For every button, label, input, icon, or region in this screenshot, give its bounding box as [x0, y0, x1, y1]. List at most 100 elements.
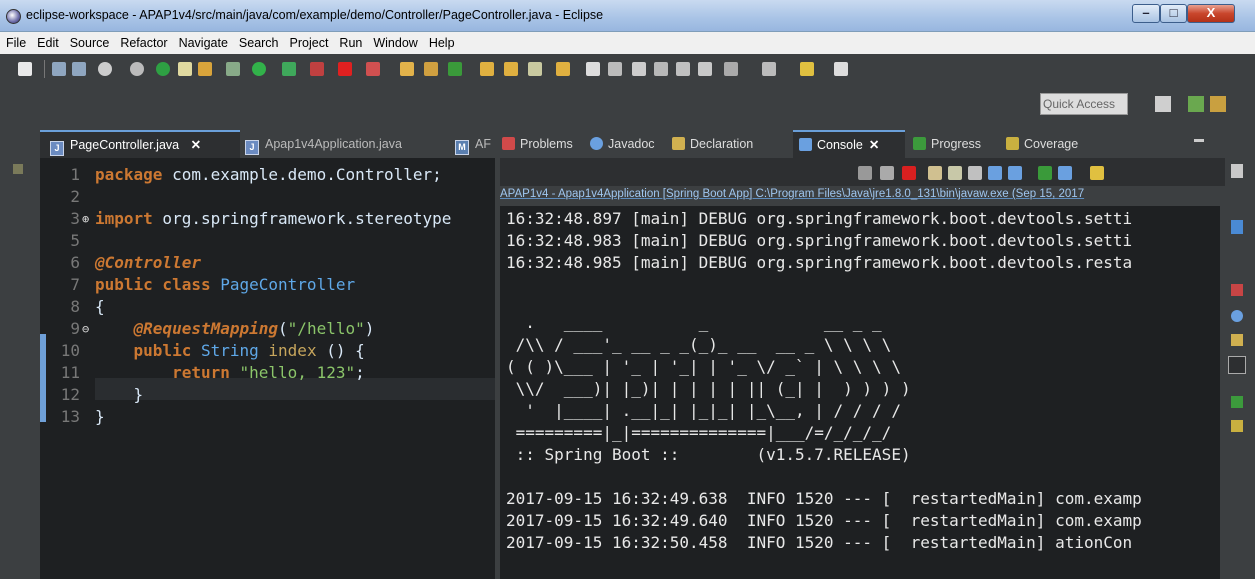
- menu-bar: File Edit Source Refactor Navigate Search Proj…: [0, 32, 1255, 55]
- new-java-project-icon[interactable]: [400, 62, 414, 76]
- console-line: . ____ _ __ _ _: [506, 313, 882, 332]
- code-line: 1 package com.example.demo.Controller;: [70, 165, 442, 184]
- save-icon[interactable]: [52, 62, 66, 76]
- coverage-run-icon[interactable]: [282, 62, 296, 76]
- code-line: 11 return "hello, 123";: [60, 363, 365, 382]
- outline-icon[interactable]: [1231, 164, 1243, 178]
- problems-side-icon[interactable]: [1231, 284, 1243, 296]
- menu-file[interactable]: File: [0, 32, 31, 50]
- open-type-icon[interactable]: [504, 62, 518, 76]
- console-line: :: Spring Boot :: (v1.5.7.RELEASE): [506, 445, 911, 464]
- tab-problems[interactable]: Problems: [502, 130, 573, 158]
- spring-perspective-icon[interactable]: [1210, 96, 1226, 112]
- restart-icon[interactable]: [198, 62, 212, 76]
- stop-icon[interactable]: [338, 62, 352, 76]
- pen-icon[interactable]: [608, 62, 622, 76]
- tab-apap1v4application[interactable]: J Apap1v4Application.java: [245, 130, 435, 158]
- settings-icon[interactable]: [98, 62, 112, 76]
- type-hierarchy-icon[interactable]: [1231, 220, 1243, 234]
- minimize-view-icon[interactable]: [1194, 139, 1204, 142]
- next-annotation-icon[interactable]: [654, 62, 668, 76]
- show-whitespace-icon[interactable]: [698, 62, 712, 76]
- close-tab-icon[interactable]: ✕: [869, 138, 879, 152]
- javadoc-side-icon[interactable]: [1231, 310, 1243, 322]
- debug-icon[interactable]: [226, 62, 240, 76]
- code-editor[interactable]: 1 package com.example.demo.Controller; 2 …: [40, 158, 495, 579]
- maximize-button[interactable]: □: [1160, 4, 1187, 23]
- java-perspective-icon[interactable]: [1188, 96, 1204, 112]
- new-package-icon[interactable]: [424, 62, 438, 76]
- forward-icon[interactable]: [834, 62, 848, 76]
- fold-icon[interactable]: ⊖: [82, 318, 89, 340]
- pin-console-icon[interactable]: [1038, 166, 1052, 180]
- word-wrap-icon[interactable]: [968, 166, 982, 180]
- spring-boot-icon[interactable]: [156, 62, 170, 76]
- terminate-all-icon[interactable]: [858, 166, 872, 180]
- annotation-icon[interactable]: [632, 62, 646, 76]
- declaration-side-icon[interactable]: [1231, 334, 1243, 346]
- block-selection-icon[interactable]: [676, 62, 690, 76]
- menu-run[interactable]: Run: [333, 32, 367, 50]
- display-console-icon[interactable]: [1058, 166, 1072, 180]
- external-tools-icon[interactable]: [310, 62, 324, 76]
- restore-icon[interactable]: [13, 164, 23, 174]
- terminate-icon[interactable]: [902, 166, 916, 180]
- run-icon[interactable]: [252, 62, 266, 76]
- scroll-lock-icon[interactable]: [948, 166, 962, 180]
- tab-progress[interactable]: Progress: [913, 130, 981, 158]
- close-tab-icon[interactable]: ✕: [191, 138, 201, 152]
- open-folder-icon[interactable]: [480, 62, 494, 76]
- console-toolbar: [500, 158, 1225, 186]
- problems-icon: [502, 137, 515, 150]
- show-on-stdout-icon[interactable]: [988, 166, 1002, 180]
- back-icon[interactable]: [800, 62, 814, 76]
- menu-edit[interactable]: Edit: [31, 32, 64, 50]
- new-icon[interactable]: [18, 62, 32, 76]
- quick-access-input[interactable]: Quick Access: [1040, 93, 1128, 115]
- show-on-stderr-icon[interactable]: [1008, 166, 1022, 180]
- search-icon[interactable]: [586, 62, 600, 76]
- menu-source[interactable]: Source: [64, 32, 115, 50]
- open-console-icon[interactable]: [1090, 166, 1104, 180]
- save-all-icon[interactable]: [72, 62, 86, 76]
- clear-console-icon[interactable]: [928, 166, 942, 180]
- menu-navigate[interactable]: Navigate: [173, 32, 233, 50]
- minimize-button[interactable]: –: [1132, 4, 1160, 23]
- relaunch-icon[interactable]: [366, 62, 380, 76]
- open-perspective-icon[interactable]: [1155, 96, 1171, 112]
- menu-refactor[interactable]: Refactor: [114, 32, 172, 50]
- remove-launches-icon[interactable]: [880, 166, 894, 180]
- menu-search[interactable]: Search: [233, 32, 284, 50]
- tab-javadoc[interactable]: Javadoc: [590, 130, 655, 158]
- tab-console[interactable]: Console ✕: [793, 130, 905, 158]
- skip-breakpoints-icon[interactable]: [130, 62, 144, 76]
- menu-window[interactable]: Window: [367, 32, 422, 50]
- pin-icon[interactable]: [724, 62, 738, 76]
- code-line: 12 }: [60, 385, 144, 404]
- terminal-icon[interactable]: [178, 62, 192, 76]
- tab-label: AF: [475, 137, 491, 151]
- tab-declaration[interactable]: Declaration: [672, 130, 753, 158]
- console-line: 2017-09-15 16:32:49.640 INFO 1520 --- [ …: [506, 511, 1142, 530]
- menu-project[interactable]: Project: [284, 32, 334, 50]
- console-line: ' |____| .__|_| |_|_| |_\__, | / / / /: [506, 401, 901, 420]
- fold-icon[interactable]: ⊕: [82, 208, 89, 230]
- close-button[interactable]: X: [1187, 4, 1235, 23]
- console-line: \\/ ___)| |_)| | | | | || (_| | ) ) ) ): [506, 379, 911, 398]
- new-class-icon[interactable]: [448, 62, 462, 76]
- last-edit-icon[interactable]: [762, 62, 776, 76]
- tab-af[interactable]: M AF: [455, 130, 500, 158]
- open-task-icon[interactable]: [556, 62, 570, 76]
- console-side-icon[interactable]: [1228, 356, 1246, 374]
- menu-help[interactable]: Help: [423, 32, 460, 50]
- coverage-side-icon[interactable]: [1231, 420, 1243, 432]
- progress-side-icon[interactable]: [1231, 396, 1243, 408]
- tab-coverage[interactable]: Coverage: [1006, 130, 1078, 158]
- title-bar: eclipse-workspace - APAP1v4/src/main/jav…: [0, 0, 1255, 32]
- console-line: 2017-09-15 16:32:50.458 INFO 1520 --- [ …: [506, 533, 1133, 552]
- maven-file-icon: M: [455, 140, 469, 155]
- code-line: 13}: [60, 407, 105, 426]
- brush-icon[interactable]: [528, 62, 542, 76]
- tab-pagecontroller[interactable]: J PageController.java ✕: [40, 130, 240, 158]
- console-output[interactable]: 16:32:48.897 [main] DEBUG org.springfram…: [500, 206, 1220, 579]
